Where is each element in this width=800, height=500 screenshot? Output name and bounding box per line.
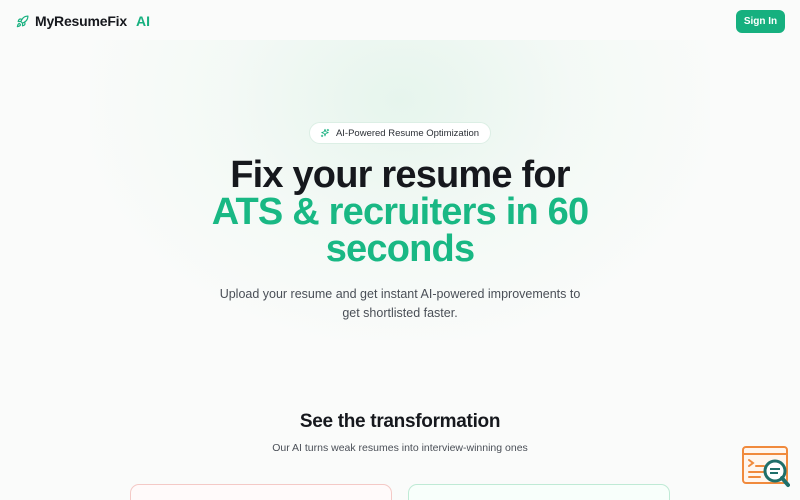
transformation-title: See the transformation <box>299 411 501 432</box>
headline-accent-line-1: ATS & recruiters in 60 <box>211 191 589 233</box>
document-search-icon[interactable] <box>742 446 790 488</box>
brand-ai-suffix: AI <box>135 13 150 29</box>
sparkles-icon <box>320 128 330 138</box>
rocket-icon <box>16 14 29 28</box>
ai-badge-label: AI-Powered Resume Optimization <box>335 127 480 139</box>
hero-section: AI-Powered Resume Optimization Fix your … <box>0 122 800 323</box>
brand-logo[interactable]: MyResumeFix AI <box>16 13 150 29</box>
top-nav: MyResumeFix AI Sign In <box>0 0 800 42</box>
hero-subtext: Upload your resume and get instant AI-po… <box>219 287 581 320</box>
brand-name: MyResumeFix <box>35 13 127 29</box>
sign-in-button[interactable]: Sign In <box>736 9 785 33</box>
before-resume-card <box>130 484 392 500</box>
hero-headline: Fix your resume for ATS & recruiters in … <box>0 154 800 270</box>
transformation-section: See the transformation Our AI turns weak… <box>0 411 800 454</box>
headline-line-1: Fix your resume for <box>230 154 570 196</box>
transformation-subtitle: Our AI turns weak resumes into interview… <box>272 442 528 454</box>
headline-accent-line-2: seconds <box>325 228 475 270</box>
ai-badge: AI-Powered Resume Optimization <box>308 122 492 144</box>
after-resume-card <box>408 484 670 500</box>
